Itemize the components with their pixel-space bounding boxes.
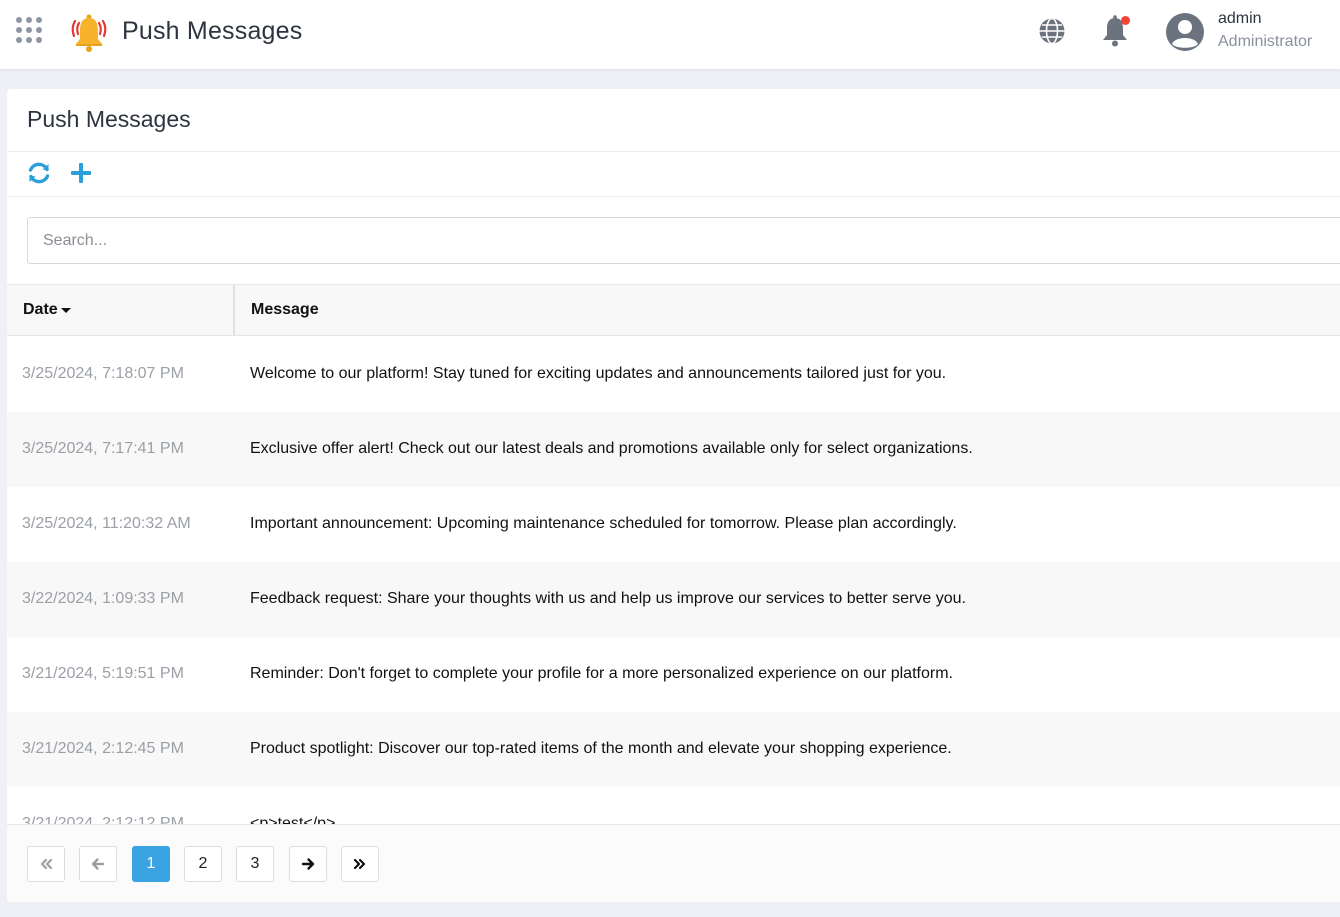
page-button-1[interactable]: 1 bbox=[132, 846, 170, 882]
apps-grid-icon[interactable] bbox=[16, 17, 46, 47]
user-name[interactable]: admin bbox=[1218, 10, 1262, 28]
arrow-left-icon bbox=[91, 858, 105, 870]
first-page-button[interactable] bbox=[27, 846, 65, 882]
cell-message: Reminder: Don't forget to complete your … bbox=[250, 665, 953, 682]
divider bbox=[7, 151, 1340, 152]
cell-date: 3/22/2024, 1:09:33 PM bbox=[22, 590, 184, 607]
column-header-message[interactable]: Message bbox=[251, 301, 319, 319]
table-row[interactable]: 3/25/2024, 11:20:32 AM Important announc… bbox=[7, 487, 1340, 562]
arrow-right-icon bbox=[301, 858, 315, 870]
column-header-date-label: Date bbox=[23, 301, 58, 318]
cell-message: <p>test</p> bbox=[250, 815, 336, 824]
table-row[interactable]: 3/21/2024, 2:12:45 PM Product spotlight:… bbox=[7, 712, 1340, 787]
table-row[interactable]: 3/22/2024, 1:09:33 PM Feedback request: … bbox=[7, 562, 1340, 637]
previous-page-button[interactable] bbox=[79, 846, 117, 882]
table-row[interactable]: 3/25/2024, 7:18:07 PM Welcome to our pla… bbox=[7, 337, 1340, 412]
top-bar: Push Messages admin Administrator bbox=[0, 0, 1340, 69]
cell-date: 3/21/2024, 2:12:12 PM bbox=[22, 815, 184, 824]
cell-date: 3/21/2024, 5:19:51 PM bbox=[22, 665, 184, 682]
refresh-icon[interactable] bbox=[25, 159, 53, 187]
cell-message: Important announcement: Upcoming mainten… bbox=[250, 515, 957, 532]
pagination: 1 2 3 bbox=[7, 824, 1340, 902]
cell-message: Feedback request: Share your thoughts wi… bbox=[250, 590, 966, 607]
column-header-date[interactable]: Date bbox=[7, 285, 235, 335]
globe-icon[interactable] bbox=[1037, 16, 1067, 46]
table-row[interactable]: 3/21/2024, 5:19:51 PM Reminder: Don't fo… bbox=[7, 637, 1340, 712]
cell-date: 3/21/2024, 2:12:45 PM bbox=[22, 740, 184, 757]
search-input[interactable] bbox=[27, 217, 1340, 264]
table-body: 3/25/2024, 7:18:07 PM Welcome to our pla… bbox=[7, 337, 1340, 824]
divider bbox=[7, 196, 1340, 197]
last-page-button[interactable] bbox=[341, 846, 379, 882]
notification-dot bbox=[1121, 16, 1130, 25]
cell-message: Product spotlight: Discover our top-rate… bbox=[250, 740, 952, 757]
cell-message: Exclusive offer alert! Check out our lat… bbox=[250, 440, 973, 457]
cell-date: 3/25/2024, 7:18:07 PM bbox=[22, 365, 184, 382]
plus-icon[interactable] bbox=[67, 159, 95, 187]
page-button-2[interactable]: 2 bbox=[184, 846, 222, 882]
table-row[interactable]: 3/25/2024, 7:17:41 PM Exclusive offer al… bbox=[7, 412, 1340, 487]
push-messages-panel: Push Messages Date Message 3/25/2024, 7:… bbox=[7, 89, 1340, 902]
page-button-3[interactable]: 3 bbox=[236, 846, 274, 882]
notifications-button[interactable] bbox=[1100, 14, 1132, 48]
double-chevron-left-icon bbox=[40, 858, 53, 870]
page-title: Push Messages bbox=[27, 106, 191, 132]
double-chevron-right-icon bbox=[353, 858, 366, 870]
app-title: Push Messages bbox=[122, 17, 303, 45]
user-role: Administrator bbox=[1218, 33, 1313, 50]
cell-message: Welcome to our platform! Stay tuned for … bbox=[250, 365, 947, 382]
table-row[interactable]: 3/21/2024, 2:12:12 PM <p>test</p> bbox=[7, 787, 1340, 824]
user-avatar-icon[interactable] bbox=[1165, 12, 1205, 52]
next-page-button[interactable] bbox=[289, 846, 327, 882]
table-header: Date Message bbox=[7, 284, 1340, 336]
cell-date: 3/25/2024, 7:17:41 PM bbox=[22, 440, 184, 457]
bell-logo-icon bbox=[71, 14, 107, 52]
cell-date: 3/25/2024, 11:20:32 AM bbox=[22, 515, 191, 532]
sort-descending-icon bbox=[61, 308, 71, 313]
